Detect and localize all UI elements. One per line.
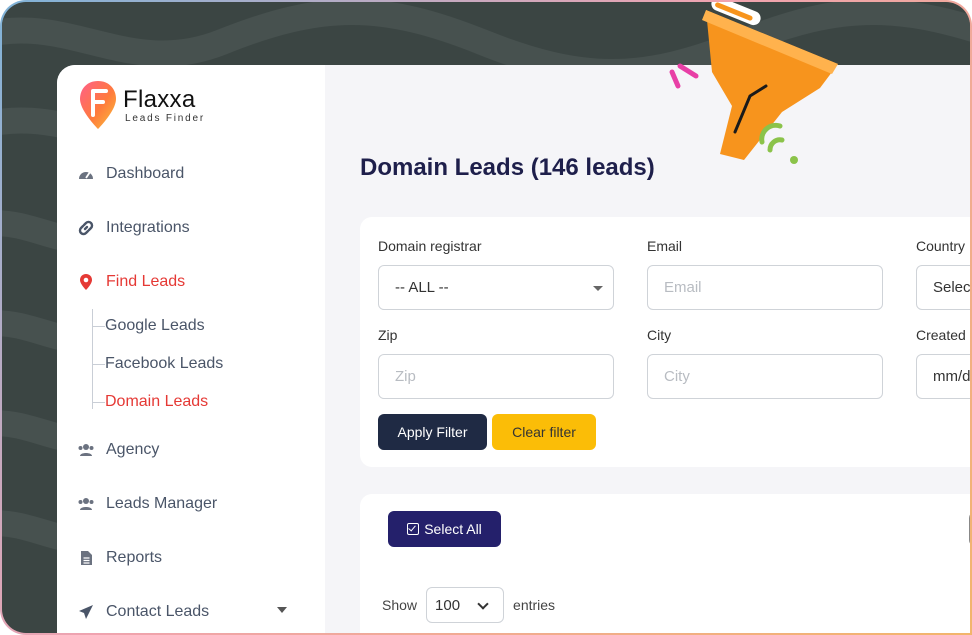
select-all-label: Select All	[424, 521, 482, 537]
apply-filter-button[interactable]: Apply Filter	[378, 414, 487, 450]
users-icon	[77, 495, 95, 513]
paper-plane-icon	[77, 603, 95, 621]
document-icon	[77, 549, 95, 567]
country-select[interactable]: Selec	[916, 265, 971, 310]
chevron-down-icon[interactable]	[277, 607, 287, 613]
chevron-down-icon	[477, 598, 489, 610]
sidebar-item-label: Leads Manager	[106, 495, 218, 512]
created-date-field[interactable]: mm/d	[916, 354, 971, 399]
city-placeholder: City	[664, 368, 690, 385]
sidebar-item-label: Find Leads	[106, 273, 186, 290]
sidebar-item-label: Contact Leads	[106, 603, 210, 620]
city-label: City	[647, 327, 672, 343]
link-icon	[77, 219, 95, 237]
screenshot-frame: Flaxxa Leads Finder Dashboard Integratio…	[0, 0, 972, 635]
domain-registrar-select[interactable]: -- ALL --	[378, 265, 614, 310]
users-icon	[77, 441, 95, 459]
entries-value: 100	[435, 596, 461, 614]
sidebar-subitem-facebook-leads[interactable]: Facebook Leads	[93, 355, 223, 373]
sidebar-item-contact-leads[interactable]: Contact Leads	[77, 603, 209, 621]
created-date-label: Created d	[916, 327, 972, 343]
domain-registrar-label: Domain registrar	[378, 238, 482, 254]
app-tagline: Leads Finder	[125, 112, 205, 124]
funnel-icon	[669, 2, 838, 164]
zip-placeholder: Zip	[395, 368, 416, 385]
sidebar-item-label: Integrations	[106, 219, 190, 236]
page-title: Domain Leads (146 leads)	[360, 154, 655, 181]
sidebar: Flaxxa Leads Finder Dashboard Integratio…	[57, 65, 325, 633]
filter-card: Domain registrar -- ALL -- Email Email C…	[360, 217, 972, 467]
sidebar-item-dashboard[interactable]: Dashboard	[77, 165, 184, 183]
show-label: Show	[382, 597, 418, 613]
created-date-value: mm/d	[933, 368, 971, 385]
sidebar-subitem-label: Domain Leads	[105, 393, 209, 410]
domain-registrar-value: -- ALL --	[395, 279, 449, 296]
sidebar-item-reports[interactable]: Reports	[77, 549, 162, 567]
leads-table-card: Select All Show 100 entries	[360, 494, 970, 633]
sidebar-item-leads-manager[interactable]: Leads Manager	[77, 495, 217, 513]
sidebar-item-label: Agency	[106, 441, 160, 458]
country-label: Country	[916, 238, 966, 254]
app-name: Flaxxa	[123, 85, 196, 113]
gauge-icon	[77, 165, 95, 183]
entries-per-page-select[interactable]: 100	[426, 587, 505, 623]
country-value: Selec	[933, 279, 971, 296]
sidebar-item-label: Reports	[106, 549, 163, 566]
flaxxa-logo-icon	[80, 81, 116, 129]
entries-length-control: Show 100 entries	[382, 587, 555, 623]
sidebar-subitem-label: Facebook Leads	[105, 355, 224, 372]
clear-filter-button[interactable]: Clear filter	[492, 414, 596, 450]
sidebar-item-find-leads[interactable]: Find Leads	[77, 273, 185, 291]
sidebar-subitem-google-leads[interactable]: Google Leads	[93, 317, 205, 335]
email-field[interactable]: Email	[647, 265, 883, 310]
email-placeholder: Email	[664, 279, 702, 296]
sidebar-item-label: Dashboard	[106, 165, 185, 182]
zip-field[interactable]: Zip	[378, 354, 614, 399]
sidebar-subitem-label: Google Leads	[105, 317, 205, 334]
email-label: Email	[647, 238, 683, 254]
sidebar-item-integrations[interactable]: Integrations	[77, 219, 190, 237]
map-pin-icon	[77, 273, 95, 291]
sidebar-item-agency[interactable]: Agency	[77, 441, 159, 459]
zip-label: Zip	[378, 327, 398, 343]
sidebar-subitem-domain-leads[interactable]: Domain Leads	[93, 393, 208, 411]
app-logo[interactable]: Flaxxa Leads Finder	[79, 79, 205, 131]
entries-label: entries	[513, 597, 556, 613]
select-all-button[interactable]: Select All	[388, 511, 501, 547]
city-field[interactable]: City	[647, 354, 883, 399]
checkbox-icon	[407, 523, 420, 535]
